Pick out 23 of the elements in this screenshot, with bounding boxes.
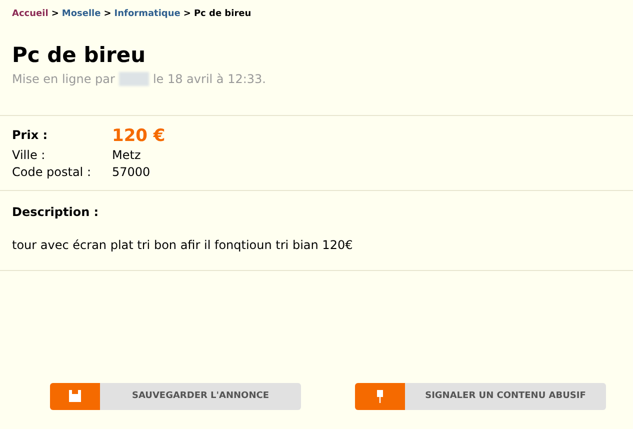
detail-label: Prix : xyxy=(12,127,48,144)
posted-date: le 18 avril à 12:33. xyxy=(152,70,266,88)
detail-label: Ville : xyxy=(12,146,46,164)
listing-title: Pc de bireu xyxy=(11,42,147,68)
pin-icon xyxy=(377,390,383,403)
description-text: tour avec écran plat tri bon afir il fonqtioun tri bian 120€ xyxy=(12,236,353,254)
redacted-name xyxy=(118,72,149,86)
detail-label: Code postal : xyxy=(12,164,91,181)
report-button[interactable]: SIGNALER UN CONTENU ABUSIF xyxy=(355,382,606,410)
save-icon xyxy=(69,390,81,402)
detail-value: 57000 xyxy=(112,164,150,181)
breadcrumb-link[interactable]: Informatique xyxy=(114,8,180,22)
breadcrumb-separator: > xyxy=(104,8,112,21)
breadcrumb-link[interactable]: Moselle xyxy=(62,8,101,22)
price-value: 120 € xyxy=(112,124,166,147)
posted-by-text: Mise en ligne par xyxy=(12,70,115,88)
save-listing-button[interactable]: SAUVEGARDER L'ANNONCE xyxy=(50,382,301,410)
breadcrumb-current: Pc de bireu xyxy=(194,8,252,21)
detail-value: Metz xyxy=(112,146,141,164)
breadcrumb-separator: > xyxy=(51,8,59,21)
breadcrumb-separator: > xyxy=(183,8,191,21)
description-heading: Description : xyxy=(12,204,99,221)
breadcrumb-link[interactable]: Accueil xyxy=(12,8,48,22)
